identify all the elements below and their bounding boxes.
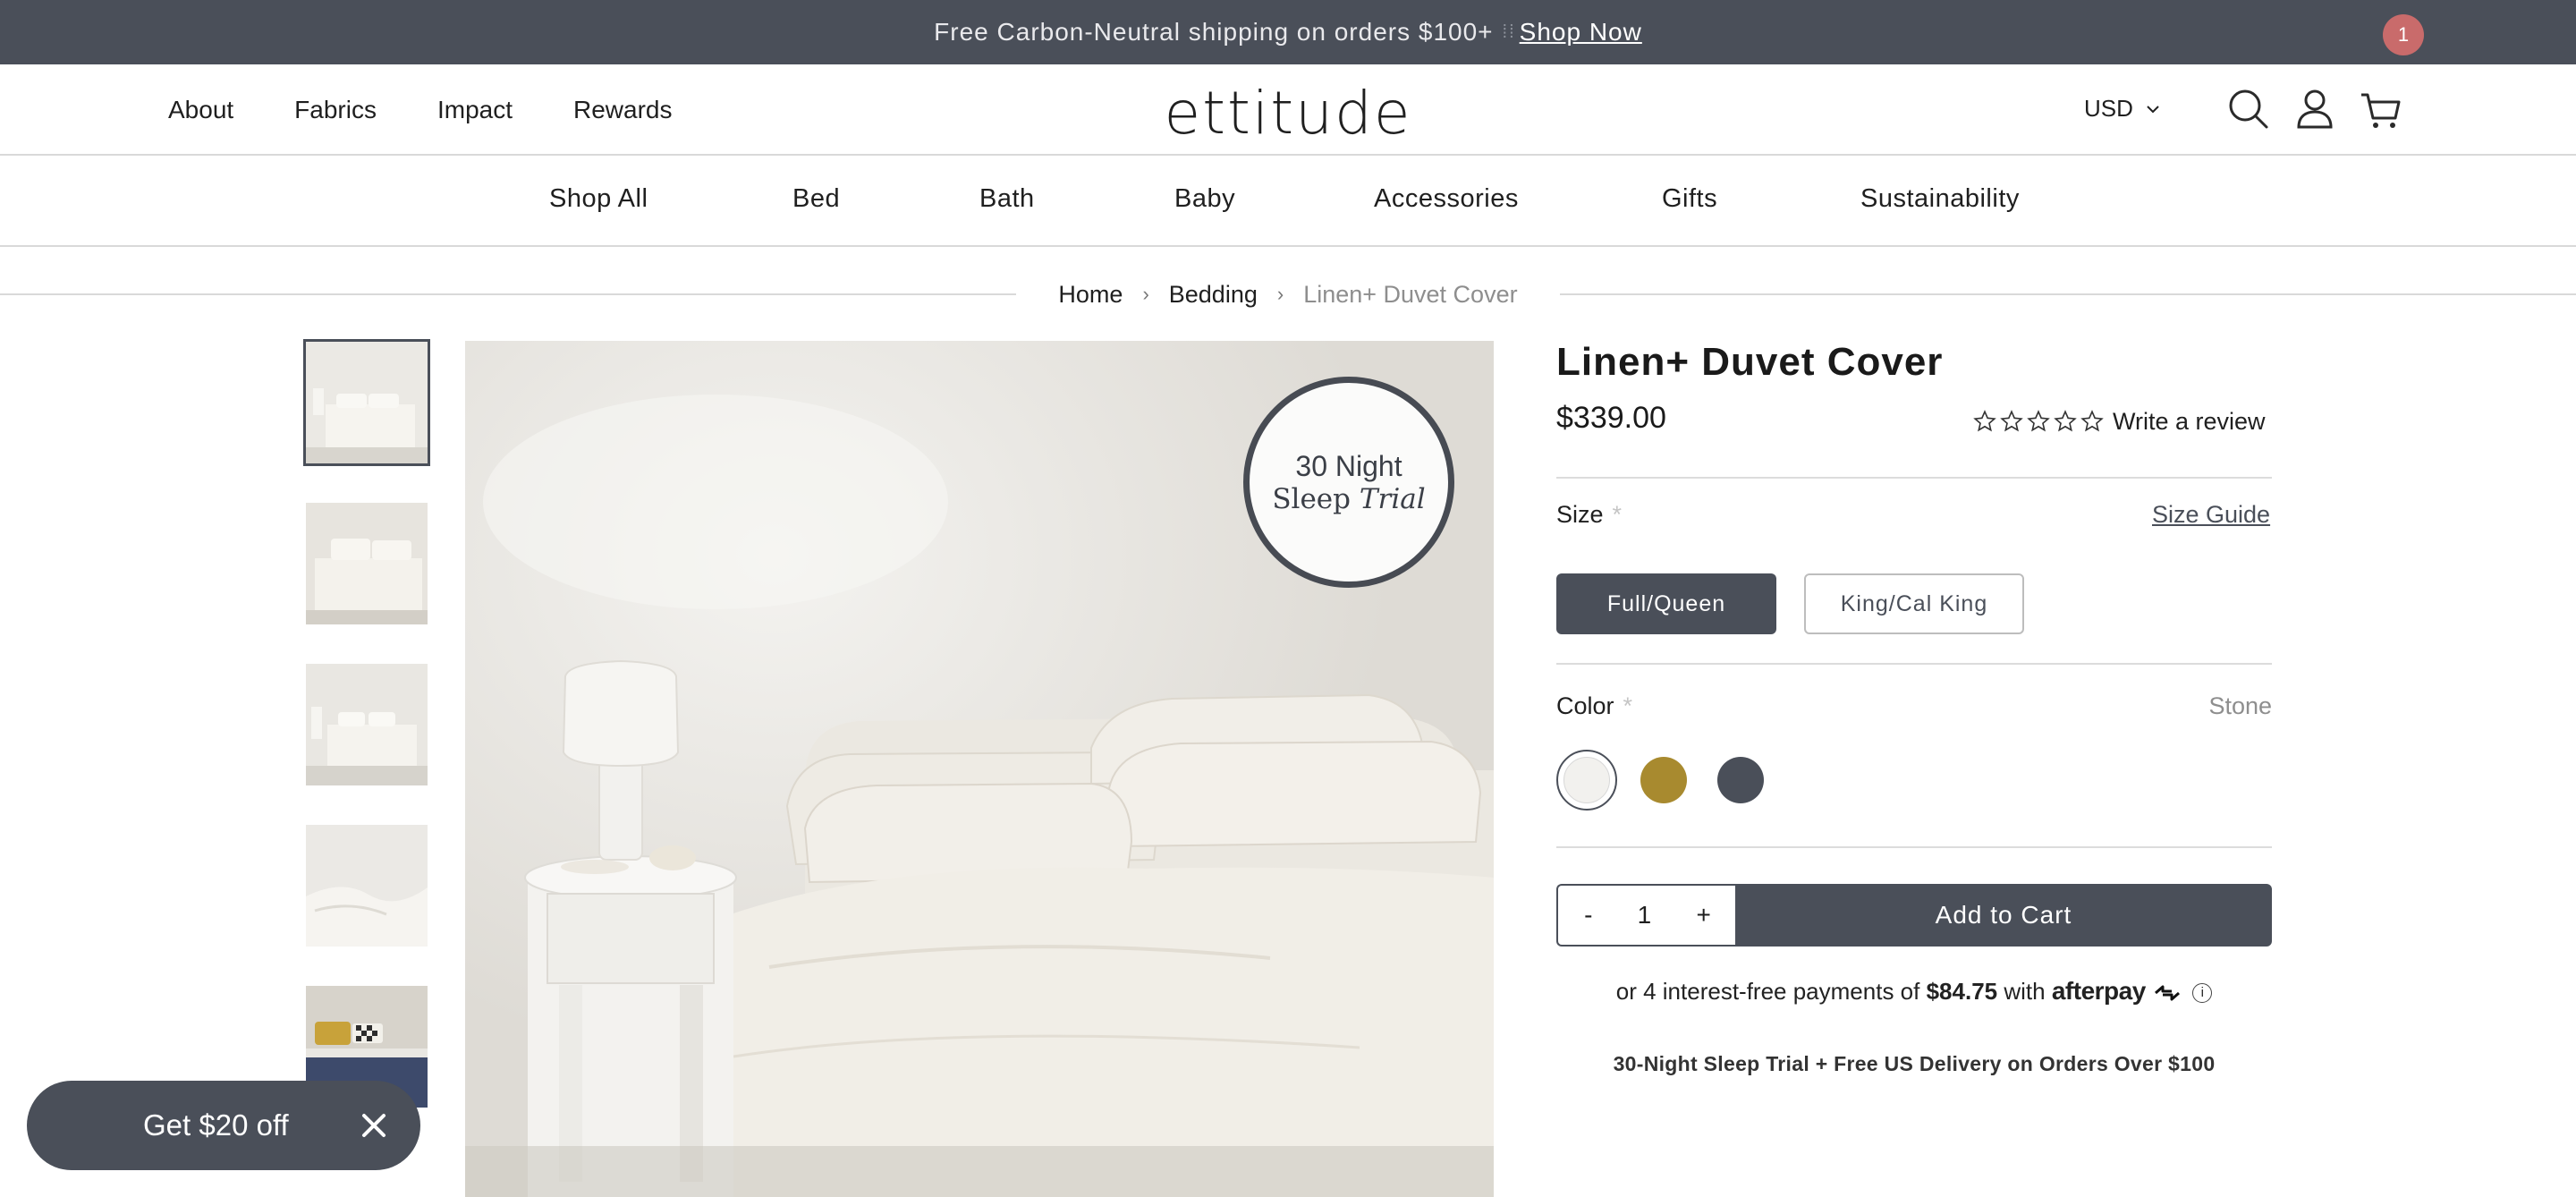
quantity-decrease-button[interactable]: - (1577, 901, 1599, 930)
close-icon[interactable] (360, 1111, 388, 1140)
search-icon[interactable] (2225, 86, 2272, 132)
chevron-down-icon (2147, 105, 2159, 113)
nav-impact[interactable]: Impact (437, 96, 513, 124)
shop-now-link[interactable]: Shop Now (1520, 18, 1642, 47)
afterpay-logo: afterpay (2051, 977, 2146, 1005)
size-label-text: Size (1556, 501, 1604, 528)
brand-logo[interactable]: ettitude (1163, 79, 1413, 148)
breadcrumb-home[interactable]: Home (1058, 281, 1123, 309)
cat-shop-all[interactable]: Shop All (549, 184, 648, 214)
cart-count-badge: 1 (2383, 14, 2424, 55)
cat-bath[interactable]: Bath (979, 184, 1035, 214)
divider (1556, 663, 2272, 665)
afterpay-with: with (2004, 978, 2046, 1005)
color-label: Color * (1556, 692, 1632, 720)
required-mark: * (1612, 501, 1623, 528)
thumbnail-image (306, 342, 428, 463)
breadcrumb-bedding[interactable]: Bedding (1169, 281, 1258, 309)
badge-line-2: Sleep Trial (1272, 483, 1425, 515)
product-title: Linen+ Duvet Cover (1556, 340, 1944, 384)
top-nav: About Fabrics Impact Rewards (168, 64, 733, 156)
thumbnail-image (306, 664, 428, 785)
cat-accessories[interactable]: Accessories (1374, 184, 1519, 214)
quantity-increase-button[interactable]: + (1689, 901, 1717, 930)
quantity-stepper: - 1 + (1556, 884, 1737, 947)
afterpay-prefix: or 4 interest-free payments of (1615, 978, 1920, 1005)
star-icon (1973, 410, 1996, 432)
color-label-text: Color (1556, 692, 1614, 719)
badge-line-1: 30 Night (1295, 449, 1402, 482)
afterpay-loop-icon (2155, 985, 2181, 1001)
thumbnail-1[interactable] (303, 339, 430, 466)
selected-color-name: Stone (2208, 692, 2272, 719)
product-main-image: 30 Night Sleep Trial (465, 341, 1494, 1197)
star-icon (2080, 410, 2104, 432)
nav-about[interactable]: About (168, 96, 233, 124)
nav-rewards[interactable]: Rewards (573, 96, 672, 124)
breadcrumb: Home › Bedding › Linen+ Duvet Cover (1020, 279, 1556, 310)
color-swatch-stone[interactable] (1563, 757, 1610, 803)
afterpay-amount: $84.75 (1926, 978, 1998, 1005)
quantity-value[interactable]: 1 (1638, 901, 1652, 930)
thumbnail-4[interactable] (306, 825, 428, 947)
announcement-text: Free Carbon-Neutral shipping on orders $… (934, 18, 1494, 46)
size-option-full-queen[interactable]: Full/Queen (1556, 573, 1776, 634)
size-guide-link[interactable]: Size Guide (2152, 501, 2270, 529)
required-mark: * (1623, 692, 1633, 719)
size-label: Size * (1556, 501, 1622, 529)
cat-gifts[interactable]: Gifts (1662, 184, 1717, 214)
thumbnail-3[interactable] (306, 664, 428, 785)
star-icon (2000, 410, 2023, 432)
discount-promo-pill[interactable]: Get $20 off (27, 1081, 420, 1170)
breadcrumb-current: Linen+ Duvet Cover (1303, 280, 1518, 308)
site-header: About Fabrics Impact Rewards ettitude US… (0, 64, 2576, 156)
thumbnail-2[interactable] (306, 503, 428, 624)
write-review-link[interactable]: Write a review (2113, 408, 2266, 436)
cart-icon[interactable] (2358, 86, 2404, 132)
currency-selector[interactable]: USD (2084, 95, 2160, 123)
add-to-cart-button[interactable]: Add to Cart (1735, 884, 2272, 947)
thumbnail-image (306, 503, 428, 624)
badge-line-2-sleep: Sleep (1272, 482, 1351, 515)
badge-line-2-trial: Trial (1359, 482, 1426, 515)
divider (1556, 846, 2272, 848)
category-nav: Shop All Bed Bath Baby Accessories Gifts… (0, 156, 2576, 247)
trial-delivery-note: 30-Night Sleep Trial + Free US Delivery … (1613, 1052, 2216, 1075)
color-swatch-gold[interactable] (1640, 757, 1687, 803)
promo-text: Get $20 off (143, 1108, 289, 1142)
divider-dots: ⁞⁞ (1502, 21, 1516, 42)
thumbnail-image (306, 825, 428, 947)
product-price: $339.00 (1556, 401, 1666, 435)
currency-label: USD (2084, 95, 2133, 122)
star-icon (2054, 410, 2077, 432)
sleep-trial-badge: 30 Night Sleep Trial (1243, 377, 1454, 588)
star-icon (2027, 410, 2050, 432)
account-icon[interactable] (2292, 86, 2338, 132)
chevron-right-icon: › (1276, 283, 1284, 305)
divider (1556, 477, 2272, 479)
chevron-right-icon: › (1142, 283, 1149, 305)
cat-bed[interactable]: Bed (792, 184, 840, 214)
color-swatch-slate[interactable] (1717, 757, 1764, 803)
size-option-king-cal-king[interactable]: King/Cal King (1804, 573, 2024, 634)
afterpay-message: or 4 interest-free payments of $84.75 wi… (1556, 977, 2272, 1006)
breadcrumb-rule-left (0, 293, 1016, 295)
announcement-bar: Free Carbon-Neutral shipping on orders $… (0, 0, 2576, 64)
star-rating[interactable] (1973, 410, 2104, 433)
breadcrumb-rule-right (1560, 293, 2576, 295)
info-icon[interactable]: i (2192, 983, 2213, 1004)
cat-baby[interactable]: Baby (1174, 184, 1235, 214)
cat-sustainability[interactable]: Sustainability (1860, 184, 2020, 214)
nav-fabrics[interactable]: Fabrics (294, 96, 377, 124)
